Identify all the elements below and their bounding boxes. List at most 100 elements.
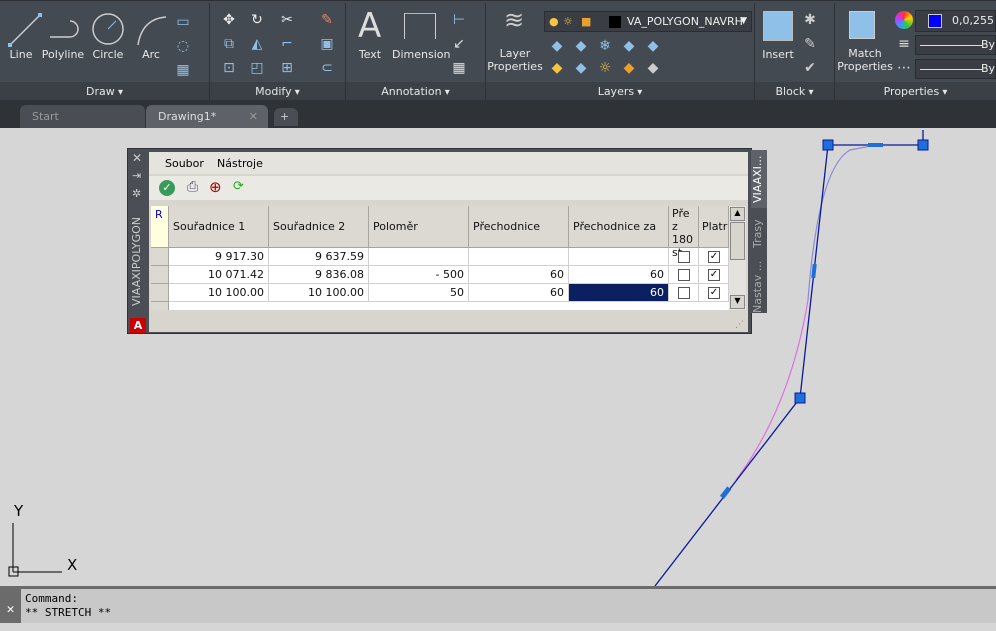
table-cell[interactable]: - 500 [369,266,469,284]
erase-icon[interactable]: ✎ [318,11,336,29]
block-panel-label[interactable]: Block [755,82,834,101]
move-icon[interactable]: ✥ [220,11,238,29]
dimension-button[interactable]: Dimension [392,48,450,61]
midpoint-grip[interactable] [811,263,817,279]
row-selector[interactable] [151,266,169,284]
insert-button[interactable]: Insert [757,48,799,61]
draw-panel-label[interactable]: Draw [0,82,209,101]
midpoint-grip[interactable] [719,486,732,499]
scroll-up-icon[interactable]: ▲ [730,207,745,221]
modify-panel-label[interactable]: Modify [210,82,345,101]
close-icon[interactable]: ✕ [249,105,258,128]
palette-title[interactable]: VIAAXIPOLYGON [130,209,146,314]
leader-icon[interactable]: ↙ [450,35,468,53]
column-header[interactable]: Souřadnice 1 [169,206,269,248]
autohide-icon[interactable]: ⇥ [132,169,141,182]
midpoint-grip[interactable] [868,143,883,147]
table-cell[interactable] [469,248,569,266]
table-cell[interactable]: 50 [369,284,469,302]
confirm-icon[interactable]: ✓ [159,180,175,196]
text-button[interactable]: Text [352,48,388,61]
table-icon[interactable]: ▦ [450,59,468,77]
close-icon[interactable]: ✕ [0,589,21,623]
prez-checkbox[interactable] [678,287,690,299]
prez-checkbox[interactable] [678,251,690,263]
create-block-icon[interactable]: ✱ [801,11,819,29]
arc-button[interactable]: Arc [134,48,168,61]
explode-icon[interactable]: ▣ [318,35,336,53]
layer-lock-icon[interactable]: ◆ [620,37,638,55]
circle-button[interactable]: Circle [88,48,128,61]
lineweight-dropdown[interactable]: By [915,35,996,55]
column-header[interactable]: Přechodnice [469,206,569,248]
platr-checkbox[interactable]: ✓ [708,287,720,299]
fillet-icon[interactable]: ⌐ [278,35,296,53]
table-cell[interactable]: 10 100.00 [269,284,369,302]
array-icon[interactable]: ⊞ [278,59,296,77]
layer-match-icon[interactable]: ◆ [644,37,662,55]
side-tab-nastaveni[interactable]: Nastav ... [751,260,767,313]
close-icon[interactable]: ✕ [132,151,142,165]
prez-checkbox[interactable] [678,269,690,281]
layer-isolate-icon[interactable]: ◆ [572,37,590,55]
scale-icon[interactable]: ◰ [248,59,266,77]
table-cell[interactable]: 60 [569,266,669,284]
annotation-panel-label[interactable]: Annotation [346,82,485,101]
offset-icon[interactable]: ⊂ [318,59,336,77]
side-tab-viaaxi[interactable]: VIAAXI... [751,150,767,208]
menu-nastroje[interactable]: Nástroje [217,157,263,170]
polyline-button[interactable]: Polyline [40,48,86,61]
column-header[interactable]: Přez 180 st [669,206,699,259]
layer-unlock-icon[interactable]: ◆ [620,59,638,77]
rectangle-icon[interactable]: ▭ [174,13,192,31]
row-selector[interactable] [151,284,169,302]
layer-on-icon[interactable]: ◆ [548,59,566,77]
tab-drawing1[interactable]: Drawing1* ✕ [146,105,268,128]
hatch-icon[interactable]: ▦ [174,61,192,79]
line-button[interactable]: Line [4,48,38,61]
layer-freeze-icon[interactable]: ❄ [596,37,614,55]
menu-soubor[interactable]: Soubor [165,157,204,170]
edit-block-icon[interactable]: ✎ [801,35,819,53]
table-cell[interactable] [569,248,669,266]
linear-dim-icon[interactable]: ⊢ [450,11,468,29]
zoom-target-icon[interactable]: ⊕ [209,178,222,196]
refresh-icon[interactable]: ⟳ [233,179,244,194]
table-cell[interactable]: 9 637.59 [269,248,369,266]
layer-walk-icon[interactable]: ◆ [644,59,662,77]
layer-thaw-icon[interactable]: ☼ [596,59,614,77]
column-header[interactable]: Přechodnice za [569,206,669,248]
column-header[interactable]: Poloměr [369,206,469,248]
properties-icon[interactable]: ✲ [132,187,141,200]
command-line[interactable]: ✕ Command: ** STRETCH ** [0,586,996,623]
layers-panel-label[interactable]: Layers [486,82,754,101]
table-cell[interactable]: 10 071.42 [169,266,269,284]
ellipse-icon[interactable]: ◌ [174,37,192,55]
layer-off-icon[interactable]: ◆ [548,37,566,55]
tab-start[interactable]: Start [20,105,145,128]
resize-grip-icon[interactable]: ⋰ [735,320,744,330]
vertex-grip[interactable] [822,139,834,151]
side-tab-trasy[interactable]: Trasy [751,210,767,258]
scroll-down-icon[interactable]: ▼ [730,295,745,309]
vertex-grip[interactable] [794,392,806,404]
vertex-grip[interactable] [917,139,929,151]
column-header[interactable]: Platr [699,206,729,248]
table-cell[interactable]: 9 917.30 [169,248,269,266]
attribute-icon[interactable]: ✔ [801,59,819,77]
row-selector[interactable] [151,248,169,266]
table-cell[interactable]: 9 836.08 [269,266,369,284]
column-header[interactable]: Souřadnice 2 [269,206,369,248]
platr-checkbox[interactable]: ✓ [708,251,720,263]
rotate-icon[interactable]: ↻ [248,11,266,29]
layer-unisolate-icon[interactable]: ◆ [572,59,590,77]
table-cell[interactable]: 10 100.00 [169,284,269,302]
linetype-dropdown[interactable]: By [915,59,996,79]
table-cell[interactable]: 60 [469,266,569,284]
properties-panel-label[interactable]: Properties [835,82,996,101]
layer-dropdown[interactable]: ● ☼ ■ VA_POLYGON_NAVRH ▼ [544,11,752,32]
trim-icon[interactable]: ✂ [278,11,296,29]
table-cell[interactable]: 60 [569,284,669,302]
row-selector[interactable] [151,302,169,310]
table-cell[interactable] [369,248,469,266]
